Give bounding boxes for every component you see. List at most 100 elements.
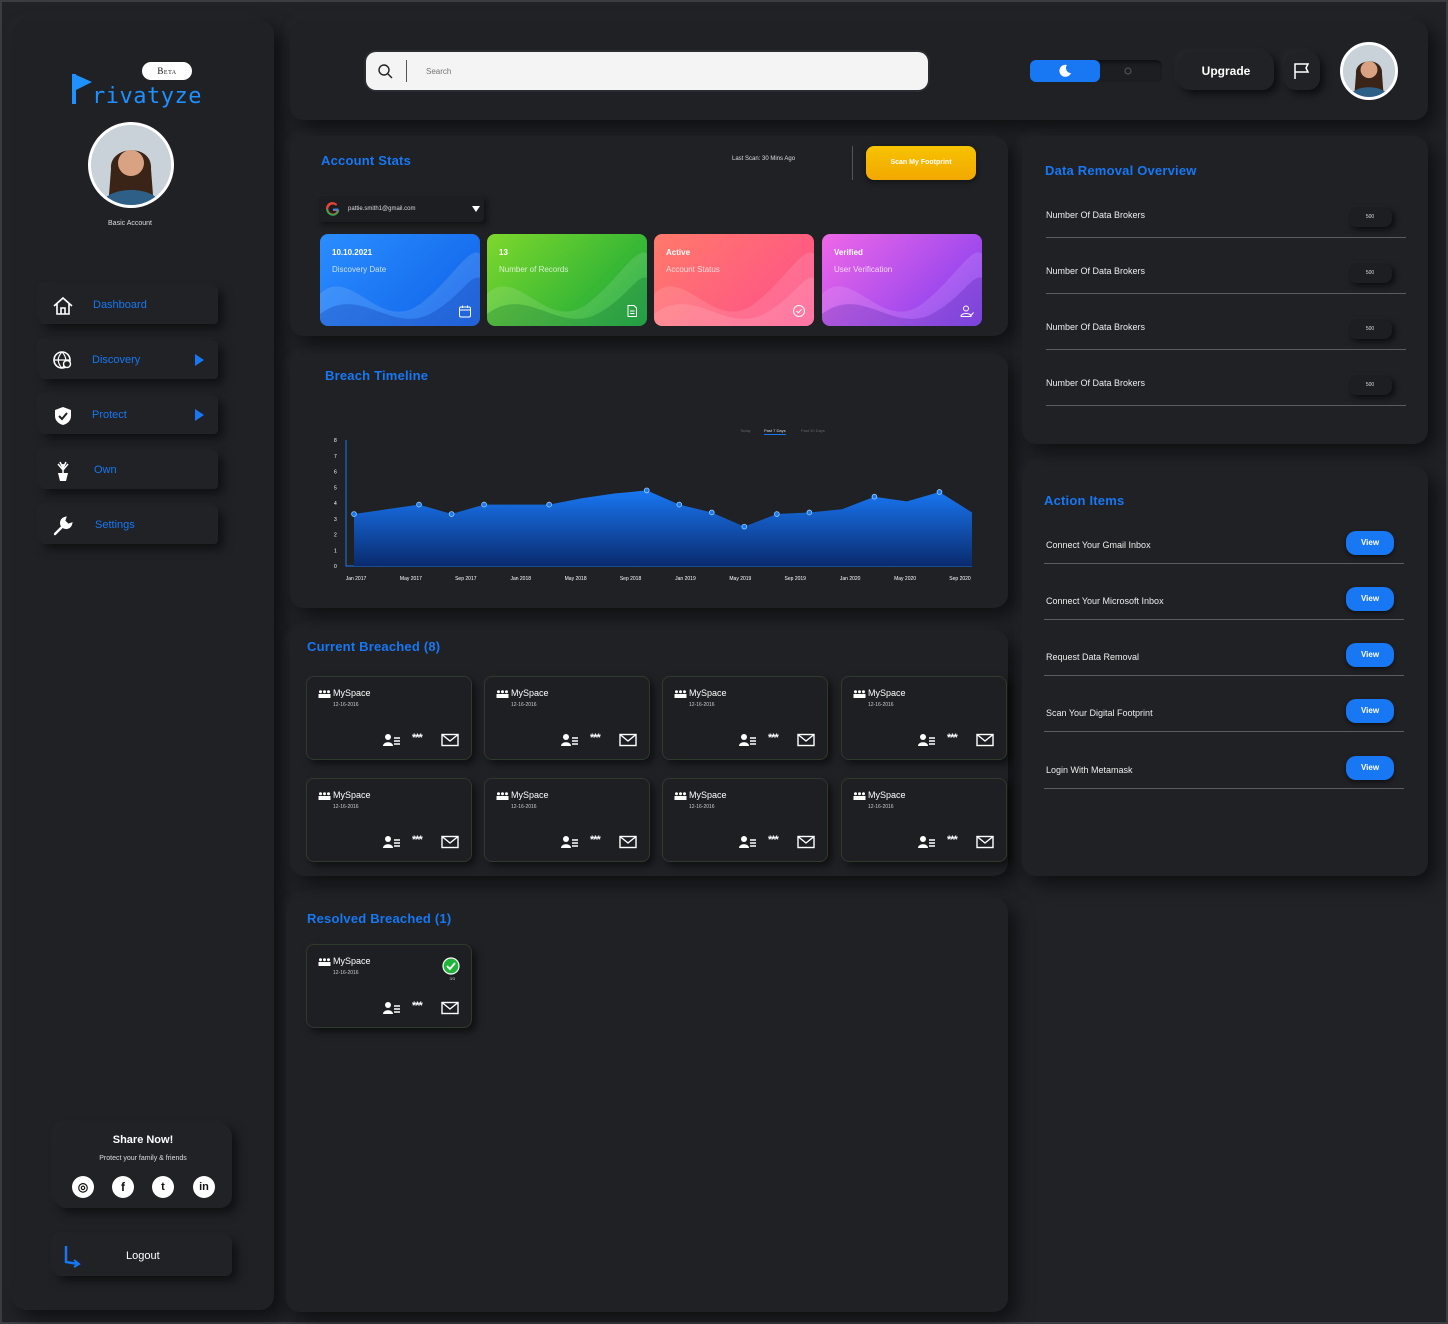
twitter-icon[interactable]: t [152, 1176, 174, 1198]
password-stars[interactable]: *** [590, 732, 601, 744]
breach-card[interactable]: MySpace 12-16-2016 *** [484, 778, 650, 862]
people-icon [318, 958, 331, 966]
removal-row-value: 500 [1348, 319, 1392, 339]
theme-toggle[interactable] [1030, 60, 1162, 82]
sidebar-item-protect[interactable]: Protect [40, 396, 218, 434]
chart-area [354, 490, 972, 566]
sidebar-item-dashboard[interactable]: Dashboard [40, 286, 218, 324]
sidebar-item-discovery[interactable]: Discovery [40, 341, 218, 379]
view-button[interactable]: View [1346, 699, 1394, 723]
breach-card[interactable]: MySpace 12-16-2016 *** [306, 676, 472, 760]
stat-value: Verified [834, 248, 863, 257]
chart-point [481, 501, 487, 508]
contact-list-icon[interactable] [383, 835, 401, 849]
scan-footprint-button[interactable]: Scan My Footprint [866, 146, 976, 180]
linkedin-icon[interactable]: in [193, 1176, 215, 1198]
action-item-label: Scan Your Digital Footprint [1046, 708, 1153, 718]
wrench-icon [53, 516, 73, 536]
action-item-label: Request Data Removal [1046, 652, 1140, 662]
calendar-icon [459, 305, 471, 318]
people-icon [496, 690, 509, 698]
mail-icon[interactable] [976, 835, 994, 849]
contact-list-icon [383, 1002, 400, 1014]
people-icon [318, 690, 331, 698]
contact-list-icon[interactable] [561, 835, 579, 849]
breach-card[interactable]: MySpace 12-16-2016 *** [662, 676, 828, 760]
mail-icon[interactable] [441, 835, 459, 849]
sidebar-item-settings[interactable]: Settings [40, 506, 218, 544]
mail-icon[interactable] [619, 733, 637, 747]
chart-point [741, 523, 748, 530]
resolved-breached-title: Resolved Breached (1) [307, 911, 452, 926]
breach-card[interactable]: MySpace 12-16-2016 *** [306, 778, 472, 862]
x-tick-label: Jan 2017 [346, 576, 367, 582]
mail-icon[interactable] [976, 733, 994, 747]
logout-arrow-icon [64, 1246, 81, 1268]
contact-list-icon[interactable] [739, 733, 757, 747]
view-button[interactable]: View [1346, 756, 1394, 780]
password-stars[interactable]: *** [768, 732, 779, 744]
password-stars[interactable]: *** [412, 834, 423, 846]
shield-icon [55, 407, 71, 425]
password-stars[interactable]: *** [947, 834, 958, 846]
person-icon [91, 125, 171, 205]
share-panel: Share Now! Protect your family & friends… [54, 1124, 232, 1208]
mail-icon[interactable] [797, 733, 815, 747]
sidebar-item-own[interactable]: Own [40, 451, 218, 489]
sun-icon [1124, 67, 1132, 75]
x-tick-label: Jan 2019 [675, 576, 696, 582]
mail-icon[interactable] [441, 733, 459, 747]
stat-label: Discovery Date [332, 265, 387, 274]
logout-button[interactable]: Logout [54, 1236, 232, 1276]
mail-icon[interactable] [619, 835, 637, 849]
stat-card-verification: Verified User Verification [822, 234, 982, 326]
x-tick-label: May 2018 [565, 576, 587, 582]
removal-row-value: 500 [1348, 263, 1392, 283]
resolved-breach-card[interactable]: MySpace 12-16-2016 3/3 *** [306, 944, 472, 1028]
y-tick-label: 7 [334, 454, 337, 460]
email-select[interactable]: pattie.smith1@gmail.com [318, 196, 484, 222]
chart-point [774, 511, 780, 517]
contact-list-icon[interactable] [383, 733, 401, 747]
chart-point [448, 511, 455, 517]
chevron-right-icon [195, 409, 204, 421]
beta-badge: Beta [142, 62, 192, 80]
mail-icon [441, 1001, 459, 1015]
user-check-icon [960, 305, 974, 317]
upgrade-button[interactable]: Upgrade [1178, 52, 1274, 90]
search-bar[interactable] [366, 52, 928, 90]
divider [1044, 563, 1404, 564]
password-stars[interactable]: *** [412, 732, 423, 744]
breach-card[interactable]: MySpace 12-16-2016 *** [662, 778, 828, 862]
search-input[interactable] [426, 62, 906, 80]
resolved-check-icon [442, 957, 460, 975]
breach-card[interactable]: MySpace 12-16-2016 *** [841, 676, 1007, 760]
password-stars[interactable]: *** [590, 834, 601, 846]
contact-list-icon[interactable] [918, 733, 936, 747]
profile-avatar[interactable] [1340, 42, 1398, 100]
view-button[interactable]: View [1346, 587, 1394, 611]
removal-row-label: Number Of Data Brokers [1046, 378, 1146, 388]
x-tick-label: May 2019 [729, 576, 751, 582]
breach-card[interactable]: MySpace 12-16-2016 *** [841, 778, 1007, 862]
avatar[interactable] [88, 122, 174, 208]
document-icon [627, 305, 637, 317]
contact-list-icon[interactable] [739, 835, 757, 849]
contact-list-icon[interactable] [918, 835, 936, 849]
flag-button[interactable] [1284, 52, 1320, 90]
chevron-down-icon [472, 206, 480, 212]
password-stars[interactable]: *** [768, 834, 779, 846]
instagram-icon[interactable]: ◎ [72, 1176, 94, 1198]
breach-name: MySpace [333, 688, 371, 698]
breach-date: 12-16-2016 [868, 804, 894, 810]
view-button[interactable]: View [1346, 643, 1394, 667]
check-circle-icon [793, 305, 805, 317]
password-stars[interactable]: *** [947, 732, 958, 744]
breach-card[interactable]: MySpace 12-16-2016 *** [484, 676, 650, 760]
breach-date: 12-16-2016 [333, 702, 359, 708]
contact-list-icon[interactable] [561, 733, 579, 747]
logo-text: rivatyze [92, 84, 202, 109]
facebook-icon[interactable]: f [112, 1176, 134, 1198]
mail-icon[interactable] [797, 835, 815, 849]
view-button[interactable]: View [1346, 531, 1394, 555]
